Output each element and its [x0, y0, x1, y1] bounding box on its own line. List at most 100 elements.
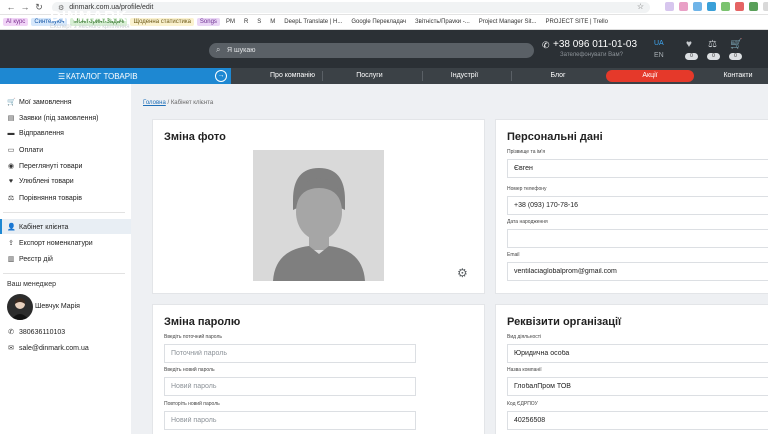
- breadcrumb-home[interactable]: Головна: [143, 100, 166, 106]
- bookmark-item[interactable]: M: [267, 18, 279, 26]
- catalog-button[interactable]: ☰ КАТАЛОГ ТОВАРІВ →: [0, 68, 231, 84]
- manager-phone-text: 380636110103: [19, 328, 66, 336]
- name-input[interactable]: [507, 159, 768, 178]
- bookmark-label: PM: [225, 19, 235, 25]
- sidebar-item-export[interactable]: ⇪ Експорт номенклатури: [7, 239, 93, 248]
- phone-icon: ✆: [542, 40, 550, 50]
- bookmark-item[interactable]: Google Перекладач: [348, 18, 410, 26]
- card-icon: ▭: [7, 147, 15, 154]
- bookmark-star-icon[interactable]: ☆: [637, 2, 644, 11]
- phone-icon: ✆: [8, 329, 14, 336]
- lang-ua[interactable]: UA: [654, 40, 664, 47]
- company-input[interactable]: [507, 377, 768, 396]
- bookmark-item[interactable]: DeepL Translate | H...: [281, 18, 346, 26]
- sidebar-item-shipments[interactable]: ▬ Відправлення: [7, 130, 64, 137]
- bookmark-item[interactable]: S: [254, 18, 265, 26]
- tagline: Експерт з якісного кріплення: [50, 24, 130, 30]
- current-password-label: Введіть поточний пароль: [164, 334, 223, 340]
- new-password-input[interactable]: [164, 377, 416, 396]
- birthdate-input[interactable]: [507, 229, 768, 248]
- breadcrumb: Головна / Кабінет клієнта: [143, 100, 213, 106]
- bookmark-label: Project Manager Sit...: [478, 19, 537, 25]
- bookmark-item[interactable]: Щоденна статистика: [130, 18, 194, 26]
- manager-phone[interactable]: ✆ 380636110103: [7, 328, 66, 337]
- mail-icon: ✉: [8, 345, 14, 352]
- phone-label: Номер телефону: [507, 186, 547, 192]
- list-icon: ▤: [7, 115, 15, 122]
- callback-link[interactable]: Зателефонувати Вам?: [560, 52, 623, 58]
- nav-services[interactable]: Послуги: [322, 68, 417, 84]
- compare-icon: ⚖: [7, 195, 15, 202]
- extension-icon[interactable]: [665, 2, 674, 11]
- phone-input[interactable]: [507, 196, 768, 215]
- sidebar-item-compare[interactable]: ⚖ Порівняння товарів: [7, 194, 82, 203]
- address-bar[interactable]: ⚙ dinmark.com.ua/profile/edit ☆: [52, 2, 650, 13]
- sidebar-item-label: Реєстр дій: [19, 255, 53, 263]
- register-icon: ▥: [7, 256, 15, 263]
- bookmark-item[interactable]: PROJECT SITE | Trello: [542, 18, 611, 26]
- current-password-input[interactable]: [164, 344, 416, 363]
- sidebar-item-orders[interactable]: 🛒 Мої замовлення: [7, 98, 72, 107]
- sidebar-item-payments[interactable]: ▭ Оплати: [7, 146, 44, 155]
- extension-icon[interactable]: [707, 2, 716, 11]
- bookmark-item[interactable]: Songs: [196, 18, 220, 26]
- password-card-title: Зміна паролю: [164, 316, 241, 328]
- bookmark-label: S: [257, 19, 262, 25]
- manager-title: Ваш менеджер: [7, 281, 56, 288]
- sidebar-item-favorites[interactable]: ♥ Улюблені товари: [7, 178, 74, 185]
- catalog-label: КАТАЛОГ ТОВАРІВ: [66, 71, 138, 81]
- extension-icon[interactable]: [679, 2, 688, 11]
- nav-promo[interactable]: Акції: [606, 70, 694, 82]
- sidebar-item-register[interactable]: ▥ Реєстр дій: [7, 255, 53, 264]
- compare-icon[interactable]: ⚖: [708, 39, 717, 50]
- manager-email[interactable]: ✉ sale@dinmark.com.ua: [7, 344, 89, 353]
- sidebar-item-label: Заявки (під замовлення): [19, 114, 99, 122]
- extensions: [665, 2, 768, 11]
- bookmark-item[interactable]: Звітність/Прavки -...: [412, 18, 473, 26]
- eye-icon: ◉: [7, 163, 15, 170]
- gear-icon[interactable]: ⚙: [457, 266, 468, 280]
- extension-icon[interactable]: [735, 2, 744, 11]
- logo[interactable]: DINMARK: [50, 8, 128, 25]
- sidebar-item-label: Відправлення: [19, 130, 64, 137]
- extension-icon[interactable]: [721, 2, 730, 11]
- sidebar-item-cabinet[interactable]: 👤 Кабінет клієнта: [7, 223, 68, 232]
- bookmark-item[interactable]: R: [240, 18, 252, 26]
- company-label: Назва компанії: [507, 367, 542, 373]
- back-icon[interactable]: ←: [4, 2, 18, 12]
- manager-email-text: sale@dinmark.com.ua: [19, 344, 89, 352]
- repeat-password-input[interactable]: [164, 411, 416, 430]
- extension-icon[interactable]: [763, 2, 768, 11]
- activity-label: Вид діяльності: [507, 334, 542, 340]
- profile-photo: [253, 150, 384, 281]
- bookmark-item[interactable]: AI курс: [3, 18, 29, 26]
- email-input[interactable]: [507, 262, 768, 281]
- name-label: Прізвище та ім'я: [507, 149, 546, 155]
- activity-input[interactable]: [507, 344, 768, 363]
- extension-icon[interactable]: [693, 2, 702, 11]
- forward-icon[interactable]: →: [18, 2, 32, 12]
- lang-en[interactable]: EN: [654, 52, 664, 59]
- favorites-icon[interactable]: ♥: [686, 39, 692, 50]
- search-input[interactable]: [227, 45, 487, 56]
- personal-card-title: Персональні дані: [507, 131, 603, 143]
- search-box[interactable]: ⌕: [209, 43, 534, 58]
- edrpou-label: Код ЄДРПОУ: [507, 401, 538, 407]
- bookmark-label: R: [243, 19, 249, 25]
- sidebar-item-label: Мої замовлення: [19, 98, 72, 106]
- cart-badge: 0: [729, 53, 742, 60]
- reload-icon[interactable]: ↻: [32, 2, 46, 13]
- extension-icon[interactable]: [749, 2, 758, 11]
- nav-blog[interactable]: Блог: [511, 68, 605, 84]
- sidebar-item-viewed[interactable]: ◉ Переглянуті товари: [7, 162, 83, 171]
- heart-icon: ♥: [8, 178, 14, 185]
- bookmark-item[interactable]: Project Manager Sit...: [475, 18, 540, 26]
- sidebar-item-label: Переглянуті товари: [19, 162, 83, 170]
- nav-contacts[interactable]: Контакти: [708, 68, 768, 84]
- cart-icon[interactable]: 🛒: [730, 39, 742, 50]
- header-phone[interactable]: +38 096 011-01-03: [553, 39, 637, 50]
- nav-industries[interactable]: Індустрії: [422, 68, 507, 84]
- bookmark-item[interactable]: PM: [222, 18, 238, 26]
- sidebar-item-requests[interactable]: ▤ Заявки (під замовлення): [7, 114, 99, 123]
- edrpou-input[interactable]: [507, 411, 768, 430]
